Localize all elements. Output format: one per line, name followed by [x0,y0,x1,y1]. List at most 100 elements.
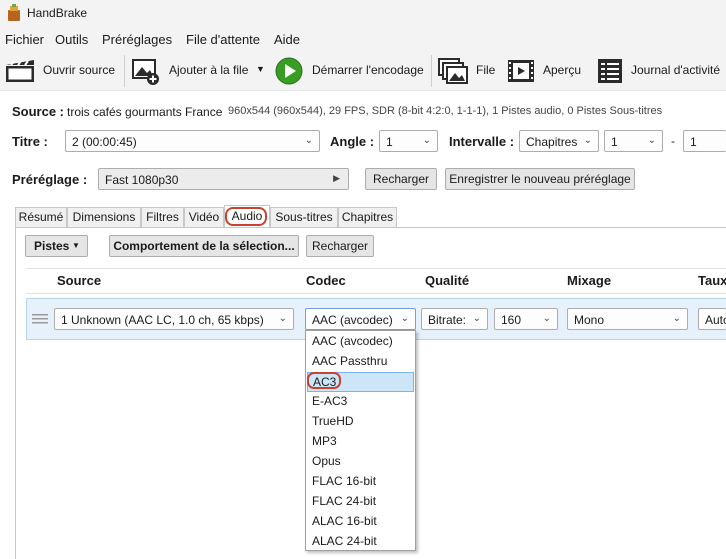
chevron-down-icon: ⌄ [400,313,409,324]
tracks-button[interactable]: Pistes ▼ [25,235,88,257]
chevron-down-icon: ⌄ [304,135,313,146]
tab-chapters[interactable]: Chapitres [338,207,397,227]
title-select-value: 2 (00:00:45) [72,135,137,149]
add-to-queue-label: Ajouter à la file [169,63,249,77]
codec-select[interactable]: AAC (avcodec) ⌄ [305,308,416,330]
title-label: Titre : [12,134,48,149]
range-start-value: 1 [611,135,618,149]
preset-select[interactable]: Fast 1080p30 ▶ [98,168,349,190]
menu-presets[interactable]: Préréglages [102,32,172,47]
title-bar: HandBrake [0,0,726,27]
source-info: 960x544 (960x544), 29 FPS, SDR (8-bit 4:… [228,105,663,117]
selection-behavior-button[interactable]: Comportement de la sélection... [109,235,299,257]
preview-button[interactable]: Aperçu [506,51,590,91]
tab-video[interactable]: Vidéo [184,207,224,227]
bitrate-value: 160 [501,313,522,327]
audio-reload-button[interactable]: Recharger [306,235,374,257]
codec-option[interactable]: FLAC 24-bit [307,492,414,512]
range-mode-value: Chapitres [526,135,578,149]
range-end-select[interactable]: 1 [683,130,726,152]
range-label: Intervalle : [449,134,515,149]
clapperboard-icon [6,60,34,82]
source-label: Source : [12,104,65,119]
column-quality[interactable]: Qualité [425,273,469,288]
range-end-value: 1 [690,135,697,149]
angle-label: Angle : [330,134,375,149]
track-source-select[interactable]: 1 Unknown (AAC LC, 1.0 ch, 65 kbps) ⌄ [54,308,294,330]
open-source-button[interactable]: Ouvrir source [4,51,120,91]
range-start-select[interactable]: 1 ⌄ [604,130,663,152]
activity-log-icon [598,59,622,83]
chevron-down-icon: ⌄ [542,313,551,324]
preview-label: Aperçu [543,63,582,77]
preset-label: Préréglage : [12,172,88,187]
tab-dimensions[interactable]: Dimensions [67,207,141,227]
chevron-down-icon: ⌄ [422,135,431,146]
queue-label: File [476,63,496,77]
menu-file[interactable]: Fichier [5,32,44,47]
add-image-icon [132,59,159,85]
queue-button[interactable]: File [436,51,498,91]
tab-subtitles[interactable]: Sous-titres [270,207,338,227]
codec-option[interactable]: ALAC 16-bit [307,512,414,532]
quality-mode-value: Bitrate: [428,313,467,327]
activity-log-button[interactable]: Journal d'activité [596,51,726,91]
menu-help[interactable]: Aide [274,32,300,47]
codec-option[interactable]: E-AC3 [307,392,414,412]
range-separator: - [671,134,675,148]
angle-select-value: 1 [386,135,393,149]
quality-mode-select[interactable]: Bitrate: ⌄ [421,308,488,330]
window-title: HandBrake [27,6,88,20]
start-encode-button[interactable]: Démarrer l'encodage [274,51,426,91]
codec-option[interactable]: MP3 [307,432,414,452]
menu-queue[interactable]: File d'attente [186,32,260,47]
tab-filters[interactable]: Filtres [141,207,184,227]
handbrake-logo-icon [8,4,20,21]
add-to-queue-button[interactable]: Ajouter à la file ▼ [130,51,268,91]
codec-option[interactable]: AAC (avcodec) [307,332,414,352]
codec-dropdown-list: AAC (avcodec) AAC Passthru AC3 E-AC3 Tru… [305,330,416,551]
highlight-circle [307,372,341,389]
codec-option[interactable]: ALAC 24-bit [307,532,414,552]
column-codec[interactable]: Codec [306,273,346,288]
chevron-down-icon: ▼ [72,241,80,250]
codec-option[interactable]: AAC Passthru [307,352,414,372]
column-mixdown[interactable]: Mixage [567,273,611,288]
open-source-label: Ouvrir source [43,63,116,77]
chevron-down-icon: ⌄ [647,135,656,146]
chevron-down-icon[interactable]: ▼ [256,64,265,74]
chevron-right-icon: ▶ [333,173,340,183]
range-mode-select[interactable]: Chapitres ⌄ [519,130,599,152]
track-source-value: 1 Unknown (AAC LC, 1.0 ch, 65 kbps) [61,313,264,327]
play-icon [275,57,303,85]
chevron-down-icon: ⌄ [472,313,481,324]
mixdown-select[interactable]: Mono ⌄ [567,308,688,330]
codec-option[interactable]: Opus [307,452,414,472]
preset-value: Fast 1080p30 [105,173,179,187]
save-new-preset-button[interactable]: Enregistrer le nouveau préréglage [445,168,635,190]
chevron-down-icon: ⌄ [672,313,681,324]
film-preview-icon [508,60,534,82]
codec-option[interactable]: FLAC 16-bit [307,472,414,492]
column-rate[interactable]: Taux [698,273,726,288]
codec-select-value: AAC (avcodec) [312,313,393,327]
samplerate-select[interactable]: Auto [698,308,726,330]
column-source[interactable]: Source [57,273,101,288]
activity-log-label: Journal d'activité [631,63,721,77]
title-select[interactable]: 2 (00:00:45) ⌄ [65,130,320,152]
angle-select[interactable]: 1 ⌄ [379,130,438,152]
audio-list-header [26,268,726,294]
start-encode-label: Démarrer l'encodage [312,63,424,77]
menu-bar: Fichier Outils Préréglages File d'attent… [0,27,726,51]
chevron-down-icon: ⌄ [278,313,287,324]
mixdown-value: Mono [574,313,605,327]
codec-option[interactable]: TrueHD [307,412,414,432]
bitrate-select[interactable]: 160 ⌄ [494,308,558,330]
toolbar-divider [431,55,432,87]
tab-summary[interactable]: Résumé [15,207,67,227]
highlight-circle [225,207,267,226]
menu-tools[interactable]: Outils [55,32,88,47]
toolbar: Ouvrir source Ajouter à la file ▼ Démarr… [0,51,726,91]
drag-handle-icon[interactable] [32,313,48,325]
preset-reload-button[interactable]: Recharger [365,168,437,190]
